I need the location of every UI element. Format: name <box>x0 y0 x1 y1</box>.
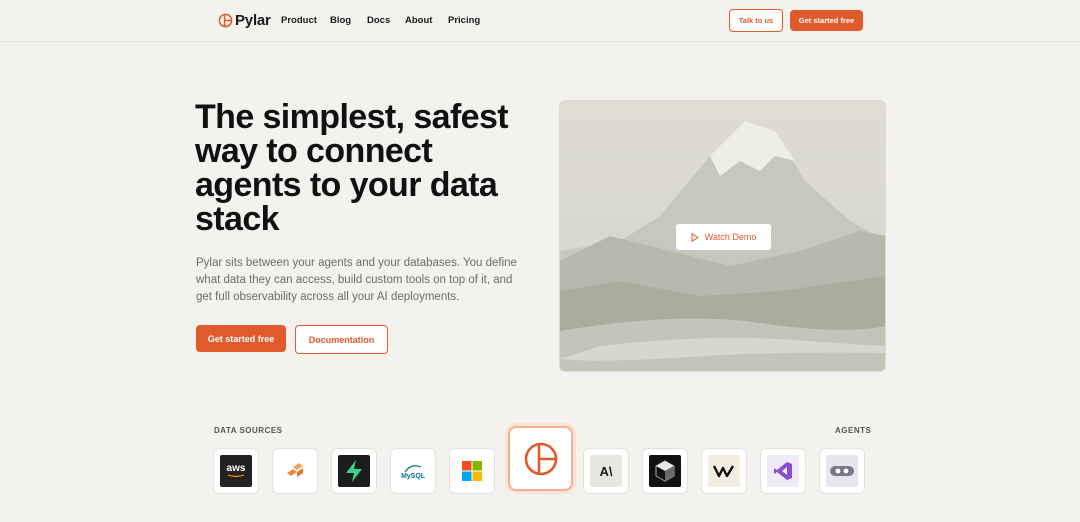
n8n-icon <box>826 455 858 487</box>
play-icon <box>691 232 699 242</box>
hero-get-started-button[interactable]: Get started free <box>196 325 286 352</box>
source-tile-microsoft[interactable] <box>449 448 495 494</box>
nav-link-pricing[interactable]: Pricing <box>448 15 480 26</box>
source-tile-databricks[interactable] <box>272 448 318 494</box>
watch-demo-label: Watch Demo <box>704 232 757 242</box>
hero-title: The simplest, safest way to connect agen… <box>195 98 509 238</box>
pylar-logo-icon <box>218 13 233 28</box>
databricks-icon <box>287 463 303 477</box>
hero-subtitle: Pylar sits between your agents and your … <box>196 257 517 303</box>
anthropic-icon: A\ <box>590 455 622 487</box>
nav-get-started-button[interactable]: Get started free <box>790 10 863 31</box>
brand-logo[interactable]: Pylar <box>218 12 271 29</box>
microsoft-icon <box>462 461 482 481</box>
visual-studio-icon <box>767 455 799 487</box>
windsurf-icon <box>708 455 740 487</box>
agents-label: AGENTS <box>835 426 872 435</box>
agent-tile-visual-studio[interactable] <box>760 448 806 494</box>
source-tile-mysql[interactable]: MySQL <box>390 448 436 494</box>
supabase-icon <box>338 455 370 487</box>
demo-video[interactable]: Watch Demo <box>559 100 886 372</box>
nav-link-docs[interactable]: Docs <box>367 15 390 26</box>
mysql-icon: MySQL <box>397 455 429 487</box>
source-tile-supabase[interactable] <box>331 448 377 494</box>
top-nav: Pylar Product Blog Docs About Pricing Ta… <box>0 0 1080 42</box>
agent-tile-anthropic[interactable]: A\ <box>583 448 629 494</box>
watch-demo-button[interactable]: Watch Demo <box>676 224 771 250</box>
talk-to-us-button[interactable]: Talk to us <box>729 9 783 32</box>
brand-name: Pylar <box>235 12 271 29</box>
agent-tile-n8n[interactable] <box>819 448 865 494</box>
aws-icon: aws <box>220 455 252 487</box>
pylar-hub-icon <box>524 442 557 475</box>
documentation-button[interactable]: Documentation <box>295 325 388 354</box>
pylar-hub-tile <box>508 426 573 491</box>
cursor-icon <box>649 455 681 487</box>
nav-link-about[interactable]: About <box>405 15 432 26</box>
source-tile-aws[interactable]: aws <box>213 448 259 494</box>
agent-tile-windsurf[interactable] <box>701 448 747 494</box>
agent-tile-cursor[interactable] <box>642 448 688 494</box>
nav-link-product[interactable]: Product <box>281 15 317 26</box>
nav-link-blog[interactable]: Blog <box>330 15 351 26</box>
data-sources-label: DATA SOURCES <box>214 426 283 435</box>
